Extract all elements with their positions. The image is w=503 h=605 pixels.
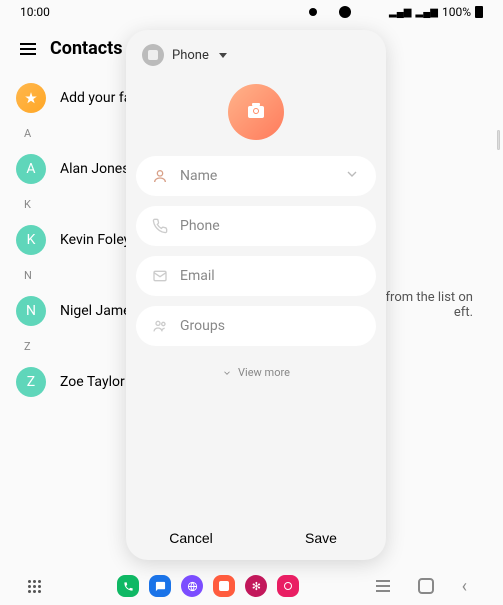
camera-icon: [248, 106, 264, 118]
star-icon: [16, 83, 46, 113]
field-placeholder: Groups: [180, 318, 360, 334]
chevron-down-icon: [222, 368, 232, 378]
messages-app-icon[interactable]: [149, 575, 171, 597]
field-placeholder: Name: [180, 168, 332, 184]
modal-actions: Cancel Save: [126, 516, 386, 560]
camera-app-icon[interactable]: [277, 575, 299, 597]
contact-name: Kevin Foley: [60, 232, 130, 248]
avatar: N: [16, 296, 46, 326]
storage-label: Phone: [172, 48, 209, 63]
notes-app-icon[interactable]: [213, 575, 235, 597]
gallery-app-icon[interactable]: ✻: [245, 575, 267, 597]
groups-field[interactable]: Groups: [136, 306, 376, 346]
home-button[interactable]: [418, 578, 434, 594]
new-contact-modal: Phone Name Phone Email: [126, 30, 386, 560]
apps-grid-icon[interactable]: [28, 580, 41, 593]
storage-selector[interactable]: Phone: [126, 30, 386, 74]
view-more-button[interactable]: View more: [126, 346, 386, 389]
name-field[interactable]: Name: [136, 156, 376, 196]
chevron-down-icon: [219, 53, 227, 58]
signal-icon: ▂▄▆: [416, 7, 438, 18]
view-more-label: View more: [238, 366, 290, 379]
battery-level: 100%: [442, 5, 471, 19]
page-title: Contacts: [50, 38, 122, 59]
phone-storage-icon: [142, 44, 164, 66]
status-right: ▂▄▆ ▂▄▆ 100%: [309, 5, 483, 19]
signal-icon: ▂▄▆: [389, 7, 411, 18]
email-field[interactable]: Email: [136, 256, 376, 296]
phone-field[interactable]: Phone: [136, 206, 376, 246]
avatar: Z: [16, 367, 46, 397]
system-nav: ‹: [376, 576, 467, 597]
status-bar: 10:00 ▂▄▆ ▂▄▆ 100%: [0, 0, 503, 24]
camera-cutout-icon: [309, 8, 317, 16]
add-photo-button[interactable]: [228, 84, 284, 140]
field-placeholder: Phone: [180, 218, 360, 234]
person-icon: [152, 168, 168, 184]
phone-app-icon[interactable]: [117, 575, 139, 597]
recents-button[interactable]: [376, 580, 390, 592]
field-placeholder: Email: [180, 268, 360, 284]
app-dock: ✻: [117, 575, 299, 597]
avatar: K: [16, 225, 46, 255]
contact-name: Alan Jones: [60, 161, 129, 177]
battery-icon: [475, 6, 483, 18]
browser-app-icon[interactable]: [181, 575, 203, 597]
email-icon: [152, 268, 168, 284]
phone-icon: [152, 218, 168, 234]
cancel-button[interactable]: Cancel: [126, 530, 256, 546]
contact-name: Zoe Taylor: [60, 374, 125, 390]
fields-container: Name Phone Email Groups: [126, 156, 386, 346]
scroll-indicator[interactable]: [497, 130, 500, 150]
navigation-bar: ✻ ‹: [0, 567, 503, 605]
status-time: 10:00: [20, 5, 50, 19]
chevron-down-icon[interactable]: [344, 166, 360, 186]
save-button[interactable]: Save: [256, 530, 386, 546]
back-button[interactable]: ‹: [462, 576, 467, 597]
camera-cutout-icon: [339, 6, 351, 18]
avatar: A: [16, 154, 46, 184]
menu-icon[interactable]: [20, 43, 36, 55]
groups-icon: [152, 318, 168, 334]
background-hint-text: from the list on eft.: [386, 290, 473, 320]
